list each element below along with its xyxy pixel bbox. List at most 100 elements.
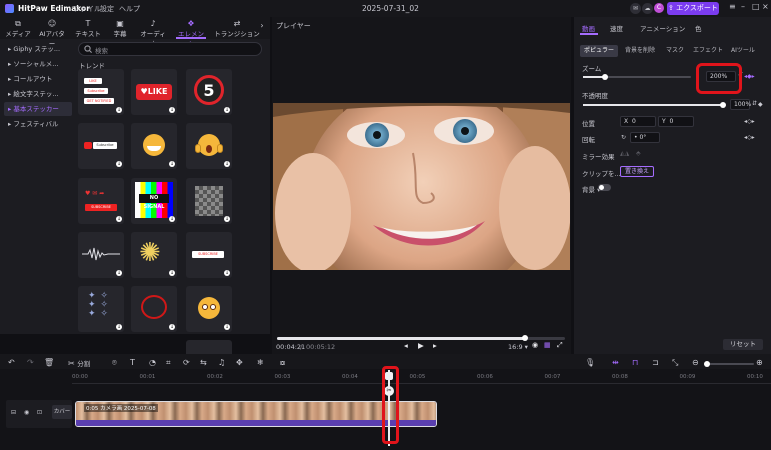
download-icon[interactable]: ↓ xyxy=(224,107,230,113)
undo-icon[interactable]: ↶ xyxy=(8,358,15,367)
rotate-icon[interactable]: ↻ xyxy=(621,134,626,141)
rotate-tool-icon[interactable]: ⟳ xyxy=(183,358,190,367)
download-icon[interactable]: ↓ xyxy=(224,324,230,330)
subtab-popular[interactable]: ポピュラー xyxy=(580,45,619,57)
download-icon[interactable]: ↓ xyxy=(224,216,230,222)
mirror-tool-icon[interactable]: ⇆ xyxy=(200,358,207,367)
tab-subtitle[interactable]: ▣ 字幕 xyxy=(104,19,136,38)
tab-animation[interactable]: アニメーション xyxy=(640,23,685,33)
replace-button[interactable]: 置き換え xyxy=(620,166,655,177)
sticker-countdown[interactable]: 5 ↓ xyxy=(186,69,232,115)
track-visibility-icon[interactable]: ⊟ xyxy=(11,409,16,416)
download-icon[interactable]: ↓ xyxy=(116,216,122,222)
opacity-slider-knob[interactable] xyxy=(720,102,726,108)
seek-knob[interactable] xyxy=(521,335,528,341)
menu-settings[interactable]: 設定 xyxy=(100,4,114,14)
tab-speed[interactable]: 速度 xyxy=(610,23,623,33)
category-callout[interactable]: ▸ コールアウト xyxy=(4,72,72,86)
sticker-like-button[interactable]: ♥LIKE ↓ xyxy=(131,69,177,115)
subtab-mask[interactable]: マスク xyxy=(662,45,688,57)
timeline-zoom-knob[interactable] xyxy=(704,361,710,367)
menu-help[interactable]: ヘルプ xyxy=(119,4,140,14)
track-lock-icon[interactable]: ⊡ xyxy=(37,409,42,416)
close-icon[interactable]: × xyxy=(762,2,769,11)
crop-icon[interactable]: ⌗ xyxy=(166,358,171,368)
search-input[interactable]: 検索 xyxy=(78,42,262,56)
sticker-subscribe-small[interactable]: SUBSCRIBE ↓ xyxy=(186,232,232,278)
sticker-subscribe-icons[interactable]: ♥ ✉ ➦ SUBSCRIBE ↓ xyxy=(78,178,124,224)
keyframe-nav-icon[interactable]: ◂◆▸ xyxy=(744,73,755,80)
category-basic-sticker[interactable]: ▸ 基本ステッカー xyxy=(4,102,72,116)
track-cover-label[interactable]: カバー xyxy=(52,405,72,419)
keyframe-nav-icon[interactable]: ◂◇▸ xyxy=(744,134,755,141)
tab-color[interactable]: 色 xyxy=(695,23,702,33)
seek-bar[interactable] xyxy=(277,335,565,341)
sticker-soundwave[interactable]: ↓ xyxy=(78,232,124,278)
export-button[interactable]: ⇪ エクスポート xyxy=(667,2,719,15)
opacity-value-field[interactable]: 100% xyxy=(730,99,751,110)
subtab-ai-tools[interactable]: AIツール xyxy=(727,45,759,57)
tabs-scroll-right-icon[interactable]: › xyxy=(256,21,268,30)
mail-icon[interactable]: ✉ xyxy=(630,3,641,14)
delete-icon[interactable]: 🗑 xyxy=(44,358,54,367)
speed-icon[interactable]: ◔ xyxy=(149,358,156,367)
sticker-emoji-grin[interactable]: ↓ xyxy=(131,123,177,169)
video-preview[interactable] xyxy=(273,103,570,270)
redo-icon[interactable]: ↷ xyxy=(27,358,34,367)
fit-icon[interactable]: ⤡ xyxy=(672,358,678,368)
download-icon[interactable]: ↓ xyxy=(116,161,122,167)
keyframe-nav-icon[interactable]: ◂◇▸ xyxy=(744,118,755,125)
maximize-icon[interactable]: □ xyxy=(752,2,760,11)
sticker-subscribe-stack[interactable]: LIKE Subscribe GET NOTIFIED ↓ xyxy=(78,69,124,115)
sticker-pixel-blur[interactable]: ↓ xyxy=(186,178,232,224)
zoom-slider[interactable] xyxy=(583,74,691,80)
flip-horizontal-icon[interactable]: ◭◮ xyxy=(620,150,629,157)
sticker-firework[interactable]: ✺ ↓ xyxy=(131,232,177,278)
category-festival[interactable]: ▸ フェスティバル xyxy=(4,117,72,131)
text-tool-icon[interactable]: T xyxy=(130,358,135,367)
position-x-field[interactable]: X 0 xyxy=(620,116,656,127)
sticker-no-signal[interactable]: NO SIGNAL ↓ xyxy=(131,178,177,224)
menu-icon[interactable]: ≡ xyxy=(729,2,736,11)
timeline-zoom-slider[interactable] xyxy=(704,361,754,367)
snap-icon[interactable]: ⊐ xyxy=(652,358,659,367)
category-social[interactable]: ▸ ソーシャルメ... xyxy=(4,57,72,71)
magnet-icon[interactable]: ⊓ xyxy=(632,358,638,367)
audio-edit-icon[interactable]: ♫ xyxy=(218,358,225,367)
keyframe-icon[interactable]: ◆ xyxy=(758,101,763,108)
download-icon[interactable]: ↓ xyxy=(224,270,230,276)
tab-transition[interactable]: ⇄ トランジション xyxy=(214,19,260,38)
freeze-icon[interactable]: ❄ xyxy=(257,358,264,367)
category-giphy[interactable]: ▸ Giphy ステッ... xyxy=(4,42,72,56)
cloud-icon[interactable]: ☁ xyxy=(642,3,653,14)
spinner-icon[interactable]: ⇵ xyxy=(752,100,757,107)
tab-media[interactable]: ⧉ メディア xyxy=(2,19,34,38)
sticker-sparkles[interactable]: ✦ ✧ ✦ ✧ ✦ ✧ ↓ xyxy=(78,286,124,332)
snapshot-icon[interactable]: ◉ xyxy=(532,341,538,349)
zoom-out-icon[interactable]: ⊖ xyxy=(692,358,699,367)
tab-video[interactable]: 動画 xyxy=(582,23,595,33)
download-icon[interactable]: ↓ xyxy=(169,161,175,167)
fullscreen-icon[interactable]: ⤢ xyxy=(557,341,563,350)
download-icon[interactable]: ↓ xyxy=(116,107,122,113)
download-icon[interactable]: ↓ xyxy=(116,324,122,330)
download-icon[interactable]: ↓ xyxy=(116,270,122,276)
download-icon[interactable]: ↓ xyxy=(169,270,175,276)
marker-icon[interactable]: ⌾ xyxy=(112,358,117,368)
tab-text[interactable]: T テキスト xyxy=(72,19,104,38)
minimize-icon[interactable]: – xyxy=(741,2,745,11)
subtab-effect[interactable]: エフェクト xyxy=(689,45,727,57)
link-icon[interactable]: ⇹ xyxy=(612,358,619,367)
split-button[interactable]: ✂ 分割 xyxy=(68,358,90,368)
grid-icon[interactable]: ▦ xyxy=(544,341,551,349)
next-frame-icon[interactable]: ▸ xyxy=(433,341,437,350)
sticker-emoji-scream[interactable]: ↓ xyxy=(186,123,232,169)
opacity-slider[interactable] xyxy=(583,102,726,108)
avatar[interactable]: C xyxy=(654,3,664,13)
mic-icon[interactable]: 🎙 xyxy=(585,358,595,367)
download-icon[interactable]: ↓ xyxy=(169,216,175,222)
menu-file[interactable]: ファイル xyxy=(73,4,101,14)
flip-vertical-icon[interactable]: ⬘ xyxy=(636,150,641,157)
sticker-subscribe-bar[interactable]: Subscribe ↓ xyxy=(78,123,124,169)
track-eye-icon[interactable]: ◉ xyxy=(24,409,29,416)
